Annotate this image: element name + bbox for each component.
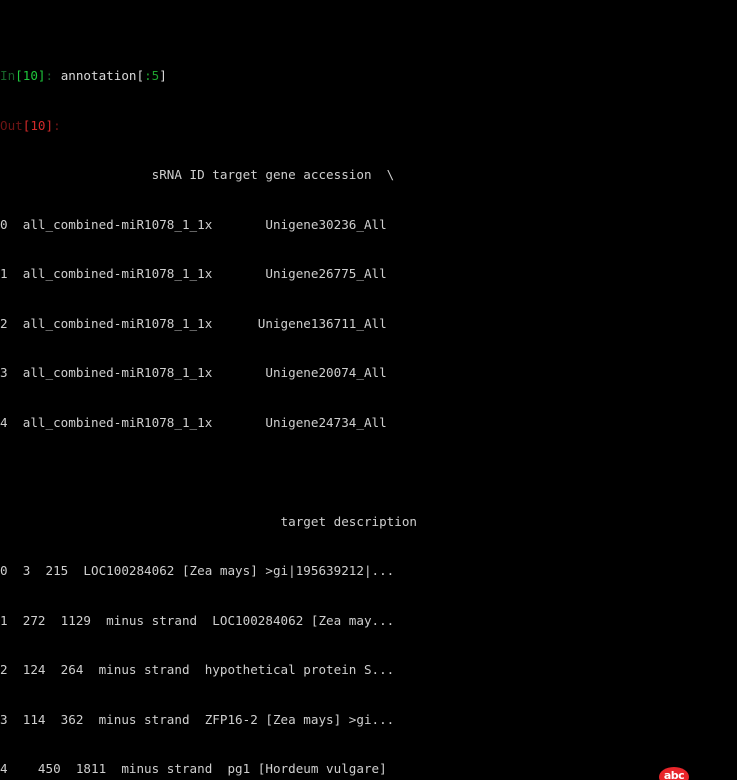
- dataframe-line: 1 all_combined-miR1078_1_1x Unigene26775…: [0, 266, 387, 281]
- in-prompt-number: [10]: [15, 68, 46, 83]
- dataframe-line: target description: [0, 513, 418, 529]
- input-prompt-line[interactable]: In[10]: annotation[:5]: [0, 68, 737, 85]
- dataframe-line: 0 all_combined-miR1078_1_1x Unigene30236…: [0, 216, 387, 232]
- code-text: annotation[: [60, 68, 145, 83]
- dataframe-line: 0 3 215 LOC100284062 [Zea mays] >gi|1956…: [0, 563, 395, 578]
- dataframe-line: 4 all_combined-miR1078_1_1x Unigene24734…: [0, 414, 387, 430]
- dataframe-line: 3 114 362 minus strand ZFP16-2 [Zea mays…: [0, 711, 395, 727]
- out-prompt-label: Out: [0, 117, 23, 133]
- watermark-logo: abc: [659, 767, 689, 780]
- terminal-screen[interactable]: In[10]: annotation[:5] Out[10]: sRNA ID …: [0, 0, 737, 780]
- dataframe-line: 1 272 1129 minus strand LOC100284062 [Ze…: [0, 612, 395, 628]
- code-text-tail: ]: [159, 68, 167, 83]
- dataframe-line: 2 124 264 minus strand hypothetical prot…: [0, 662, 395, 677]
- dataframe-line: sRNA ID target gene accession \: [0, 167, 395, 182]
- out-prompt-number: [10]: [22, 117, 54, 133]
- ipython-terminal-window[interactable]: In[10]: annotation[:5] Out[10]: sRNA ID …: [0, 0, 737, 780]
- prompt-colon: :: [53, 117, 61, 133]
- dataframe-line: 3 all_combined-miR1078_1_1x Unigene20074…: [0, 365, 387, 380]
- code-number-literal: :5: [144, 68, 160, 83]
- dataframe-line: 2 all_combined-miR1078_1_1x Unigene13671…: [0, 315, 387, 331]
- prompt-colon: :: [45, 68, 61, 83]
- in-prompt-label: In: [0, 68, 16, 83]
- output-prompt-line: Out[10]:: [0, 118, 737, 135]
- dataframe-line: 4 450 1811 minus strand pg1 [Hordeum vul…: [0, 761, 387, 776]
